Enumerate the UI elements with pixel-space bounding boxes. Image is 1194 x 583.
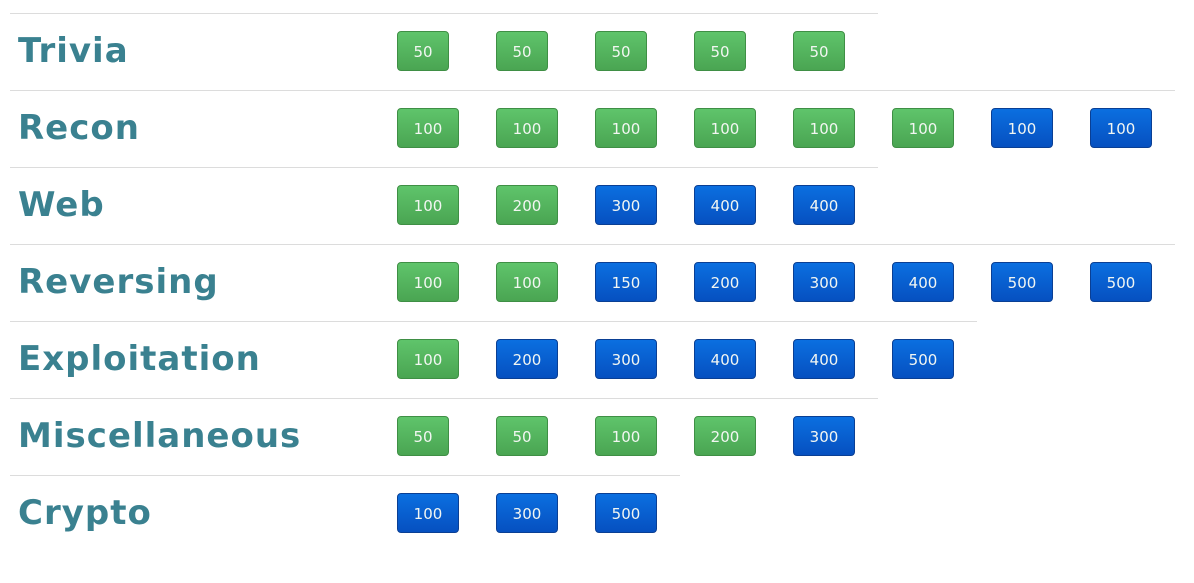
challenge-button[interactable]: 100: [694, 108, 756, 148]
category-title: Crypto: [18, 493, 152, 533]
category-title: Exploitation: [18, 339, 261, 379]
category-row: Recon 100 100 100 100 100 100 100 100: [10, 90, 1175, 167]
challenge-button[interactable]: 300: [595, 339, 657, 379]
row-divider: [10, 167, 878, 168]
challenge-button[interactable]: 100: [595, 108, 657, 148]
challenge-button[interactable]: 500: [595, 493, 657, 533]
challenge-button[interactable]: 400: [793, 339, 855, 379]
challenge-button[interactable]: 100: [397, 262, 459, 302]
challenge-button[interactable]: 100: [793, 108, 855, 148]
challenge-button[interactable]: 50: [496, 416, 548, 456]
challenge-button[interactable]: 400: [694, 185, 756, 225]
challenge-button[interactable]: 500: [991, 262, 1053, 302]
challenge-button[interactable]: 400: [694, 339, 756, 379]
challenge-button[interactable]: 50: [496, 31, 548, 71]
challenge-button[interactable]: 50: [793, 31, 845, 71]
challenge-button[interactable]: 400: [892, 262, 954, 302]
challenge-button[interactable]: 200: [496, 185, 558, 225]
challenge-button[interactable]: 200: [694, 262, 756, 302]
category-row: Crypto 100 300 500: [10, 475, 680, 552]
challenge-button[interactable]: 300: [793, 262, 855, 302]
challenge-button[interactable]: 200: [694, 416, 756, 456]
challenge-button[interactable]: 100: [595, 416, 657, 456]
challenge-button[interactable]: 500: [892, 339, 954, 379]
challenge-button[interactable]: 100: [991, 108, 1053, 148]
challenge-button[interactable]: 100: [397, 185, 459, 225]
challenge-button[interactable]: 100: [397, 108, 459, 148]
challenge-button[interactable]: 500: [1090, 262, 1152, 302]
category-row: Exploitation 100 200 300 400 400 500: [10, 321, 977, 398]
category-row: Reversing 100 100 150 200 300 400 500 500: [10, 244, 1175, 321]
challenge-button[interactable]: 50: [595, 31, 647, 71]
challenge-button[interactable]: 50: [694, 31, 746, 71]
challenge-button[interactable]: 300: [595, 185, 657, 225]
challenge-button[interactable]: 200: [496, 339, 558, 379]
category-row: Miscellaneous 50 50 100 200 300: [10, 398, 878, 475]
row-divider: [10, 90, 1175, 91]
challenge-button[interactable]: 300: [496, 493, 558, 533]
category-row: Web 100 200 300 400 400: [10, 167, 878, 244]
category-title: Web: [18, 185, 105, 225]
challenge-button[interactable]: 300: [793, 416, 855, 456]
challenge-button[interactable]: 100: [397, 493, 459, 533]
category-title: Reversing: [18, 262, 219, 302]
challenge-button[interactable]: 150: [595, 262, 657, 302]
challenge-button[interactable]: 100: [1090, 108, 1152, 148]
row-divider: [10, 13, 878, 14]
category-row: Trivia 50 50 50 50 50: [10, 13, 878, 90]
category-title: Recon: [18, 108, 140, 148]
challenge-button[interactable]: 100: [397, 339, 459, 379]
category-title: Trivia: [18, 31, 129, 71]
challenge-button[interactable]: 50: [397, 416, 449, 456]
challenge-board: Trivia 50 50 50 50 50 Recon 100 100 100 100 100 100 1…: [0, 0, 1194, 583]
challenge-button[interactable]: 100: [892, 108, 954, 148]
challenge-button[interactable]: 100: [496, 108, 558, 148]
challenge-button[interactable]: 100: [496, 262, 558, 302]
challenge-button[interactable]: 50: [397, 31, 449, 71]
category-title: Miscellaneous: [18, 416, 302, 456]
challenge-button[interactable]: 400: [793, 185, 855, 225]
